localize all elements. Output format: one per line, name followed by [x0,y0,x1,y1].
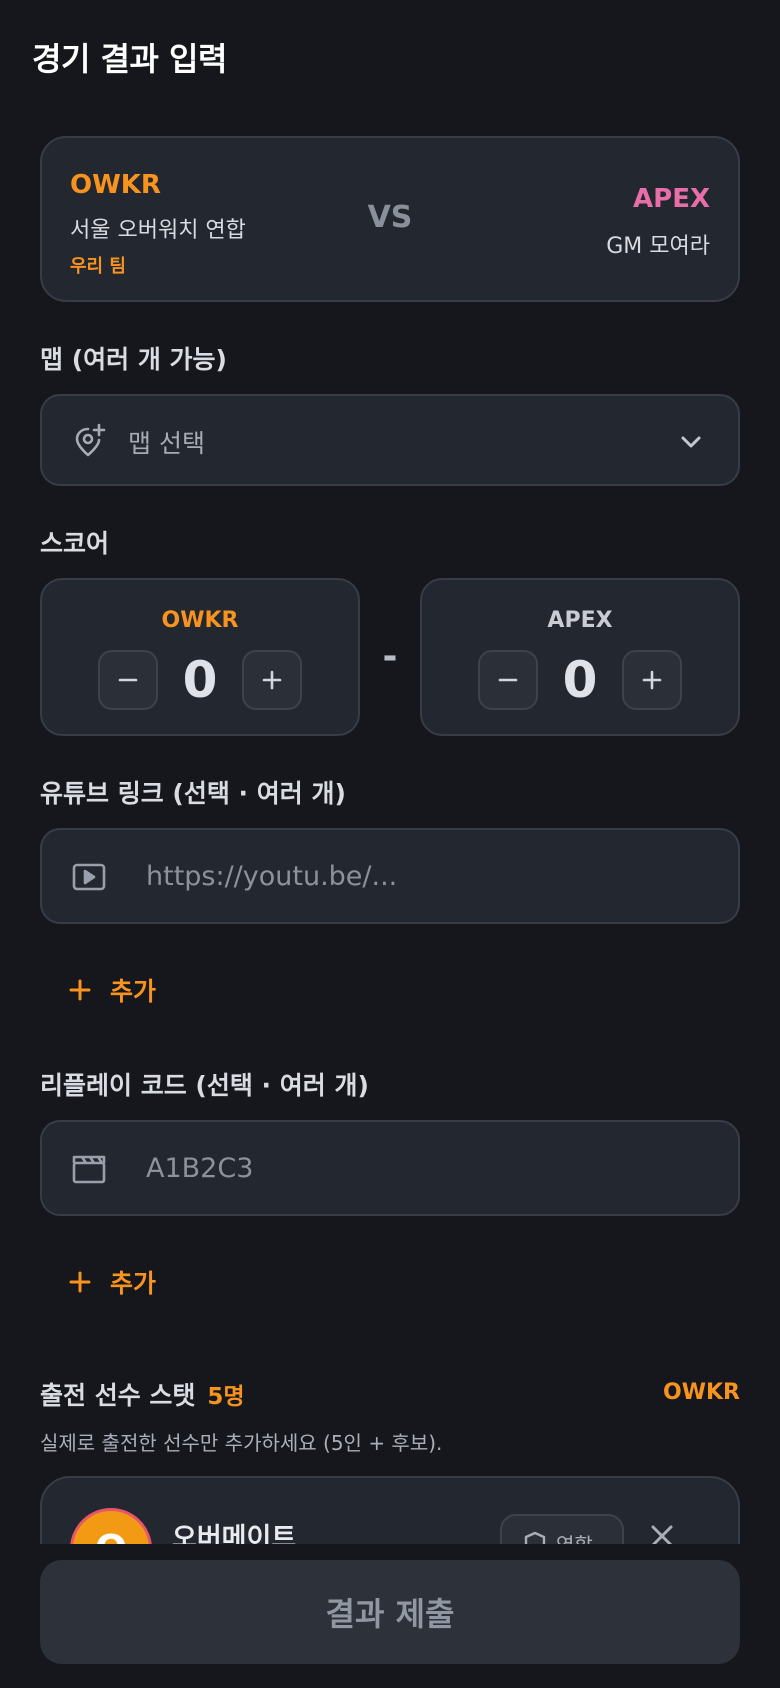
home-score-increment-button[interactable] [242,650,302,710]
player-stats-help: 실제로 출전한 선수만 추가하세요 (5인 + 후보). [40,1431,443,1455]
minus-icon [498,678,518,682]
away-score-decrement-button[interactable] [478,650,538,710]
add-youtube-link-label: 추가 [110,977,157,1006]
bottom-action-bar: 결과 제출 [0,1544,780,1688]
map-select[interactable]: 맵 선택 [40,394,740,486]
map-pin-plus-icon [72,423,108,463]
youtube-link-placeholder: https://youtu.be/... [146,861,398,892]
home-score-box: OWKR 0 [40,578,360,736]
replay-label: 리플레이 코드 (선택 · 여러 개) [40,1071,369,1100]
replay-code-input[interactable]: A1B2C3 [40,1120,740,1216]
youtube-link-input[interactable]: https://youtu.be/... [40,828,740,924]
away-team-name: GM 모여라 [606,234,710,259]
video-play-icon [72,862,106,896]
chevron-down-icon [678,429,704,459]
youtube-label: 유튜브 링크 (선택 · 여러 개) [40,779,346,808]
away-score-team: APEX [547,608,613,633]
away-team-abbr: APEX [633,184,710,214]
submit-result-button[interactable]: 결과 제출 [40,1560,740,1664]
page-title: 경기 결과 입력 [32,40,227,78]
plus-icon [262,670,282,690]
home-score-team: OWKR [161,608,239,633]
add-youtube-link-button[interactable]: 추가 [68,972,156,1008]
minus-icon [118,678,138,682]
add-replay-code-label: 추가 [110,1269,157,1298]
our-team-badge: 우리 팀 [70,256,126,277]
plus-icon [642,670,662,690]
match-card: OWKR 서울 오버워치 연합 우리 팀 VS APEX GM 모여라 [40,136,740,302]
score-label: 스코어 [40,529,110,558]
map-select-placeholder: 맵 선택 [128,429,205,458]
plus-icon [69,979,91,1001]
player-stats-team: OWKR [663,1380,740,1405]
away-team: APEX GM 모여라 [606,184,710,260]
player-stats-header: 출전 선수 스탯 5명 [40,1376,245,1412]
plus-icon [69,1271,91,1293]
home-score-value: 0 [182,651,218,709]
replay-code-placeholder: A1B2C3 [146,1153,254,1184]
add-replay-code-button[interactable]: 추가 [68,1264,156,1300]
player-stats-title: 출전 선수 스탯 [40,1381,196,1410]
map-label: 맵 (여러 개 가능) [40,345,227,374]
away-score-box: APEX 0 [420,578,740,736]
home-score-decrement-button[interactable] [98,650,158,710]
away-score-value: 0 [562,651,598,709]
score-separator: - [382,636,398,677]
player-count-badge: 5명 [207,1384,245,1410]
away-score-increment-button[interactable] [622,650,682,710]
clapperboard-icon [72,1154,106,1188]
home-team-abbr: OWKR [70,170,161,200]
